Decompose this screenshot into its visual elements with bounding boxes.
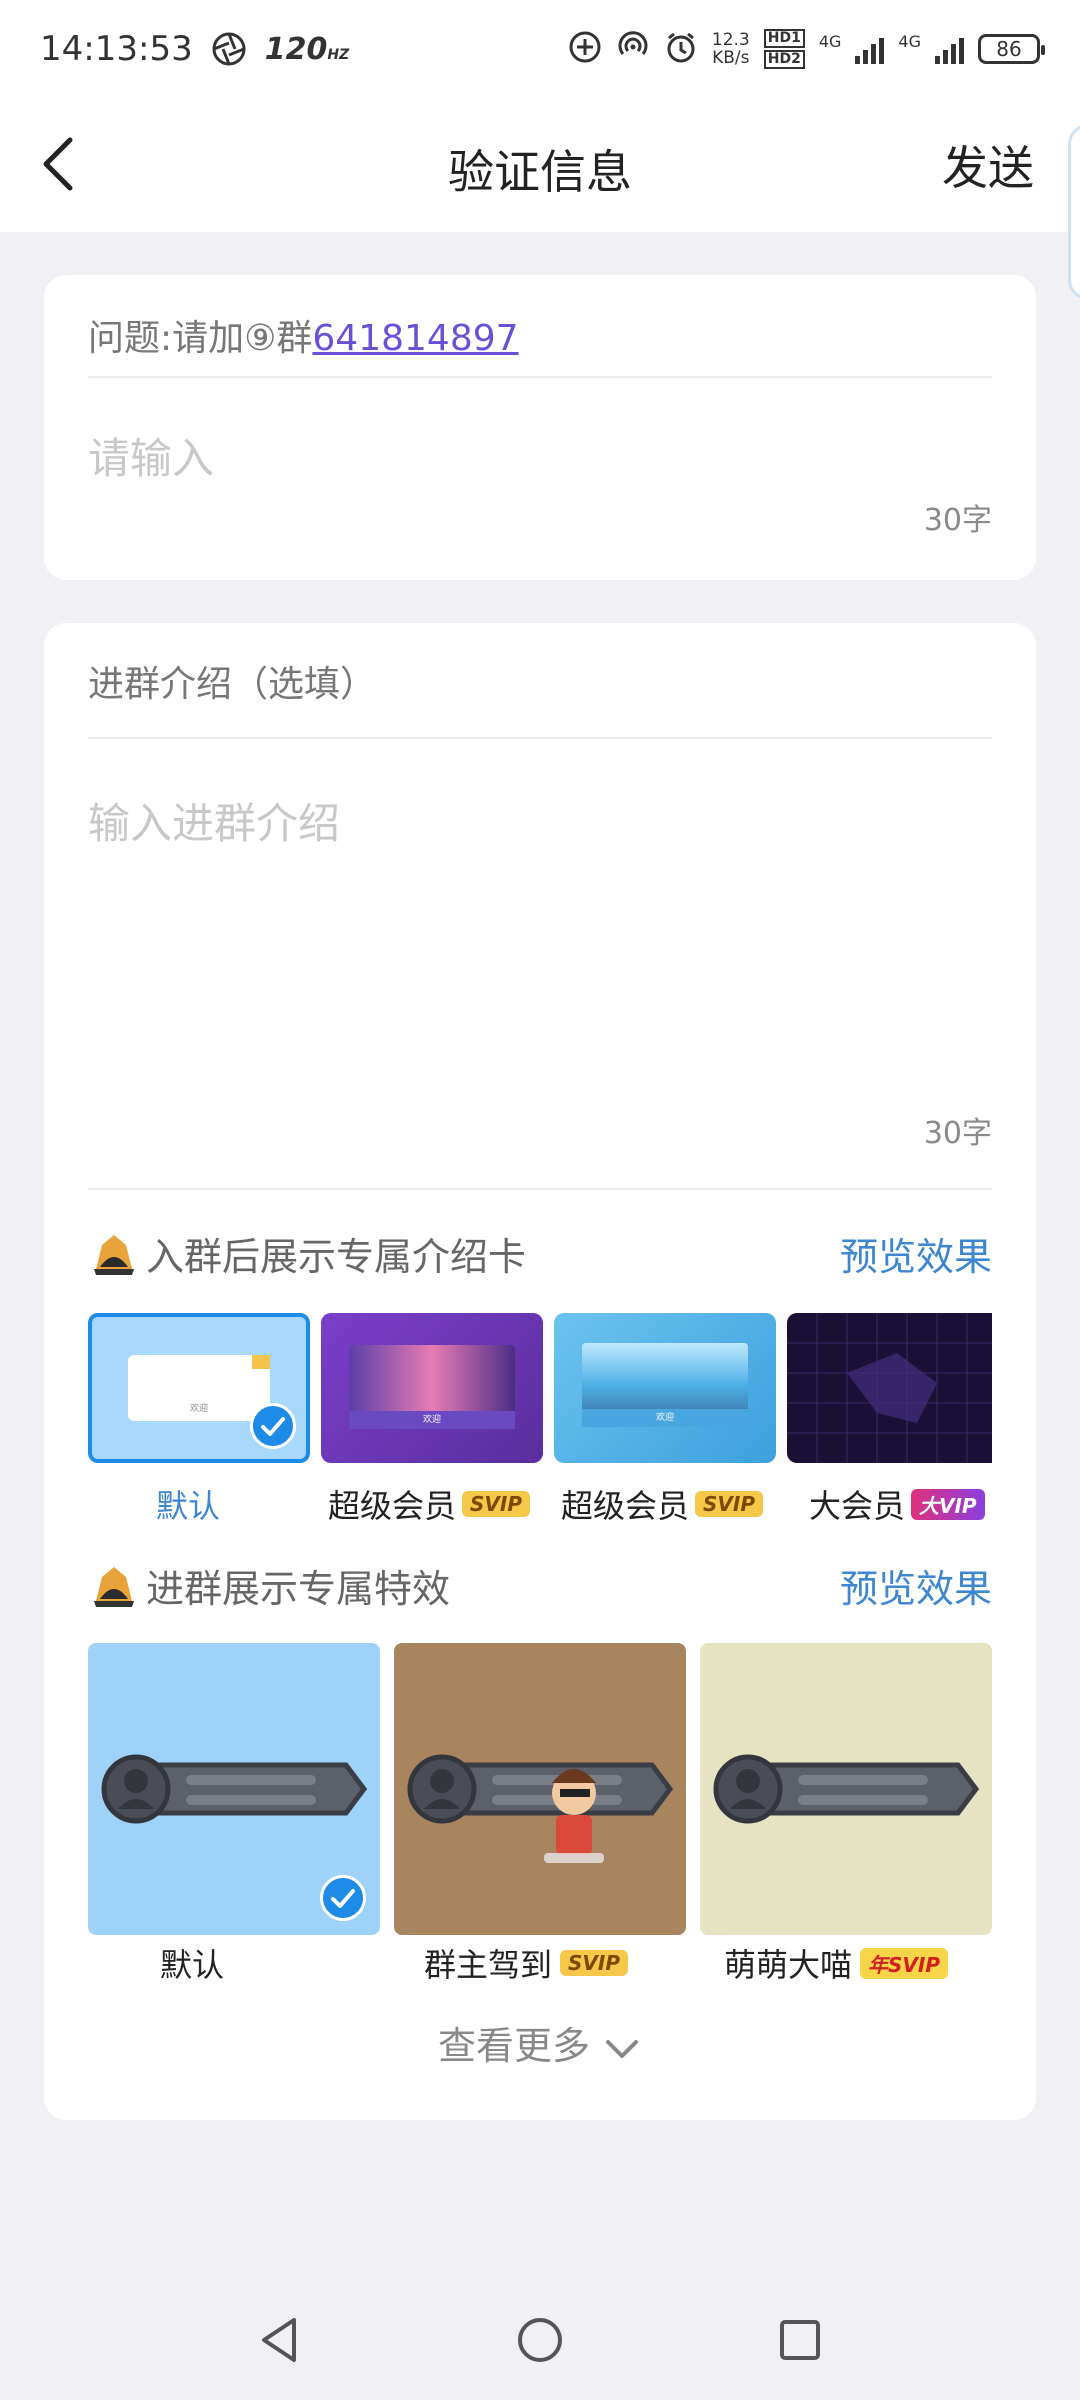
intro-cards-preview-button[interactable]: 预览效果 bbox=[840, 1226, 992, 1281]
card-preview-text: 欢迎 bbox=[349, 1411, 515, 1429]
badge-prefix: 年 bbox=[868, 1952, 889, 1977]
badge-text: VIP bbox=[939, 1493, 977, 1518]
effect-tile-default[interactable] bbox=[88, 1643, 380, 1935]
crown-icon bbox=[88, 1559, 140, 1611]
system-nav-bar bbox=[0, 2270, 1080, 2400]
answer-input[interactable]: 请输入 bbox=[88, 425, 214, 486]
year-svip-badge: 年SVIP bbox=[860, 1947, 948, 1979]
status-bar: 14:13:53 120HZ 12.3 KB/s HD1 HD2 4G 4G 8… bbox=[0, 0, 1080, 98]
group-number-link[interactable]: 641814897 bbox=[312, 318, 518, 359]
send-button[interactable]: 发送 bbox=[942, 132, 1034, 198]
add-circle-icon bbox=[568, 30, 602, 69]
effect-label-cute-cat: 萌萌大喵 年SVIP bbox=[724, 1940, 948, 1986]
badge-prefix: 大 bbox=[919, 1493, 940, 1518]
network-type-2: 4G bbox=[898, 31, 921, 51]
intro-card-svip-2[interactable]: 欢迎 bbox=[554, 1313, 776, 1463]
effect-label-text: 默认 bbox=[160, 1946, 225, 1984]
big-vip-badge: 大VIP bbox=[911, 1488, 985, 1520]
intro-card-vip[interactable] bbox=[787, 1313, 992, 1463]
nav-recents-button[interactable] bbox=[770, 2310, 830, 2370]
entry-banner-graphic bbox=[407, 1754, 674, 1863]
question-text: 问题:请加⑨群641814897 bbox=[88, 309, 519, 361]
hotspot-icon bbox=[616, 30, 650, 69]
grid-pattern bbox=[787, 1313, 992, 1463]
intro-heading: 进群介绍（选填） bbox=[88, 664, 377, 705]
floating-side-tab[interactable] bbox=[1068, 124, 1080, 300]
chevron-down-icon bbox=[606, 2039, 639, 2058]
circle-home-icon bbox=[518, 2318, 562, 2362]
divider bbox=[88, 737, 992, 739]
effect-tile-cute-cat[interactable] bbox=[700, 1643, 992, 1935]
svip-badge: SVIP bbox=[695, 1491, 763, 1517]
card-label-text: 大会员 bbox=[809, 1487, 906, 1525]
net-speed-value: 12.3 bbox=[711, 30, 750, 50]
intro-card-svip-1[interactable]: 欢迎 bbox=[321, 1313, 543, 1463]
nav-home-button[interactable] bbox=[510, 2310, 570, 2370]
refresh-rate: 120HZ bbox=[265, 32, 350, 67]
effects-grid bbox=[88, 1643, 992, 1935]
battery-icon: 86 bbox=[978, 34, 1045, 64]
intro-char-counter: 30字 bbox=[923, 1116, 992, 1151]
question-card: 问题:请加⑨群641814897 请输入 30字 bbox=[44, 275, 1036, 580]
answer-char-counter: 30字 bbox=[923, 503, 992, 538]
intro-card: 进群介绍（选填） 输入进群介绍 30字 入群后展示专属介绍卡 预览效果 欢迎 欢… bbox=[44, 623, 1036, 2120]
status-time: 14:13:53 bbox=[40, 29, 193, 69]
signal-icon-1 bbox=[855, 34, 885, 64]
effects-title: 进群展示专属特效 bbox=[146, 1566, 451, 1611]
effects-preview-button[interactable]: 预览效果 bbox=[840, 1558, 992, 1613]
question-prefix: 问题:请加⑨群 bbox=[88, 318, 313, 359]
card-label-text: 默认 bbox=[156, 1487, 221, 1525]
hd1-label: HD1 bbox=[763, 29, 805, 48]
alarm-icon bbox=[664, 30, 698, 69]
card-preview-image bbox=[582, 1343, 748, 1413]
card-preview-text: 欢迎 bbox=[582, 1409, 748, 1427]
net-speed: 12.3 KB/s bbox=[712, 31, 750, 67]
intro-card-label-default: 默认 bbox=[156, 1481, 220, 1527]
see-more-label: 查看更多 bbox=[437, 2024, 590, 2068]
selected-check-icon bbox=[250, 1403, 296, 1449]
hd2-label: HD2 bbox=[763, 50, 805, 69]
effect-label-text: 萌萌大喵 bbox=[724, 1946, 853, 1984]
refresh-rate-unit: HZ bbox=[327, 46, 350, 63]
hd-indicator: HD1 HD2 bbox=[763, 29, 805, 69]
aperture-icon bbox=[211, 31, 247, 67]
see-more-button[interactable]: 查看更多 bbox=[44, 2015, 1036, 2070]
effect-tile-owner-arrival[interactable] bbox=[394, 1643, 686, 1935]
effects-header: 进群展示专属特效 预览效果 bbox=[88, 1557, 992, 1613]
nav-bar: 验证信息 发送 bbox=[0, 98, 1080, 232]
card-preview-image bbox=[349, 1345, 515, 1415]
selected-check-icon bbox=[320, 1875, 366, 1921]
card-preview-ribbon bbox=[252, 1355, 270, 1369]
divider bbox=[88, 376, 992, 378]
intro-input[interactable]: 输入进群介绍 bbox=[88, 790, 340, 851]
badge-text: SVIP bbox=[888, 1952, 940, 1977]
intro-card-label-svip-1: 超级会员 SVIP bbox=[328, 1481, 530, 1527]
refresh-rate-value: 120 bbox=[264, 31, 328, 67]
page-title: 验证信息 bbox=[448, 145, 632, 199]
net-speed-unit: KB/s bbox=[712, 48, 750, 68]
effect-label-owner-arrival: 群主驾到 SVIP bbox=[424, 1940, 628, 1986]
effect-label-text: 群主驾到 bbox=[424, 1946, 553, 1984]
nav-back-button[interactable] bbox=[250, 2310, 310, 2370]
intro-card-carousel[interactable]: 欢迎 欢迎 欢迎 bbox=[88, 1313, 992, 1463]
divider bbox=[88, 1188, 992, 1190]
intro-card-default[interactable]: 欢迎 bbox=[88, 1313, 310, 1463]
svip-badge: SVIP bbox=[560, 1950, 628, 1976]
entry-banner-graphic bbox=[713, 1754, 980, 1824]
effect-label-default: 默认 bbox=[160, 1940, 224, 1986]
intro-card-label-svip-2: 超级会员 SVIP bbox=[561, 1481, 763, 1527]
signal-icon-2 bbox=[935, 34, 964, 64]
network-type-1: 4G bbox=[818, 31, 842, 51]
triangle-back-icon bbox=[262, 2318, 296, 2362]
square-recents-icon bbox=[780, 2320, 820, 2360]
card-preview-text: 欢迎 bbox=[189, 1404, 208, 1414]
intro-cards-title: 入群后展示专属介绍卡 bbox=[146, 1234, 527, 1279]
card-label-text: 超级会员 bbox=[328, 1487, 457, 1525]
crown-icon bbox=[88, 1227, 140, 1279]
card-label-text: 超级会员 bbox=[561, 1487, 690, 1525]
intro-card-label-vip: 大会员 大VIP bbox=[809, 1481, 985, 1527]
svip-badge: SVIP bbox=[462, 1491, 530, 1517]
intro-cards-header: 入群后展示专属介绍卡 预览效果 bbox=[88, 1225, 992, 1281]
